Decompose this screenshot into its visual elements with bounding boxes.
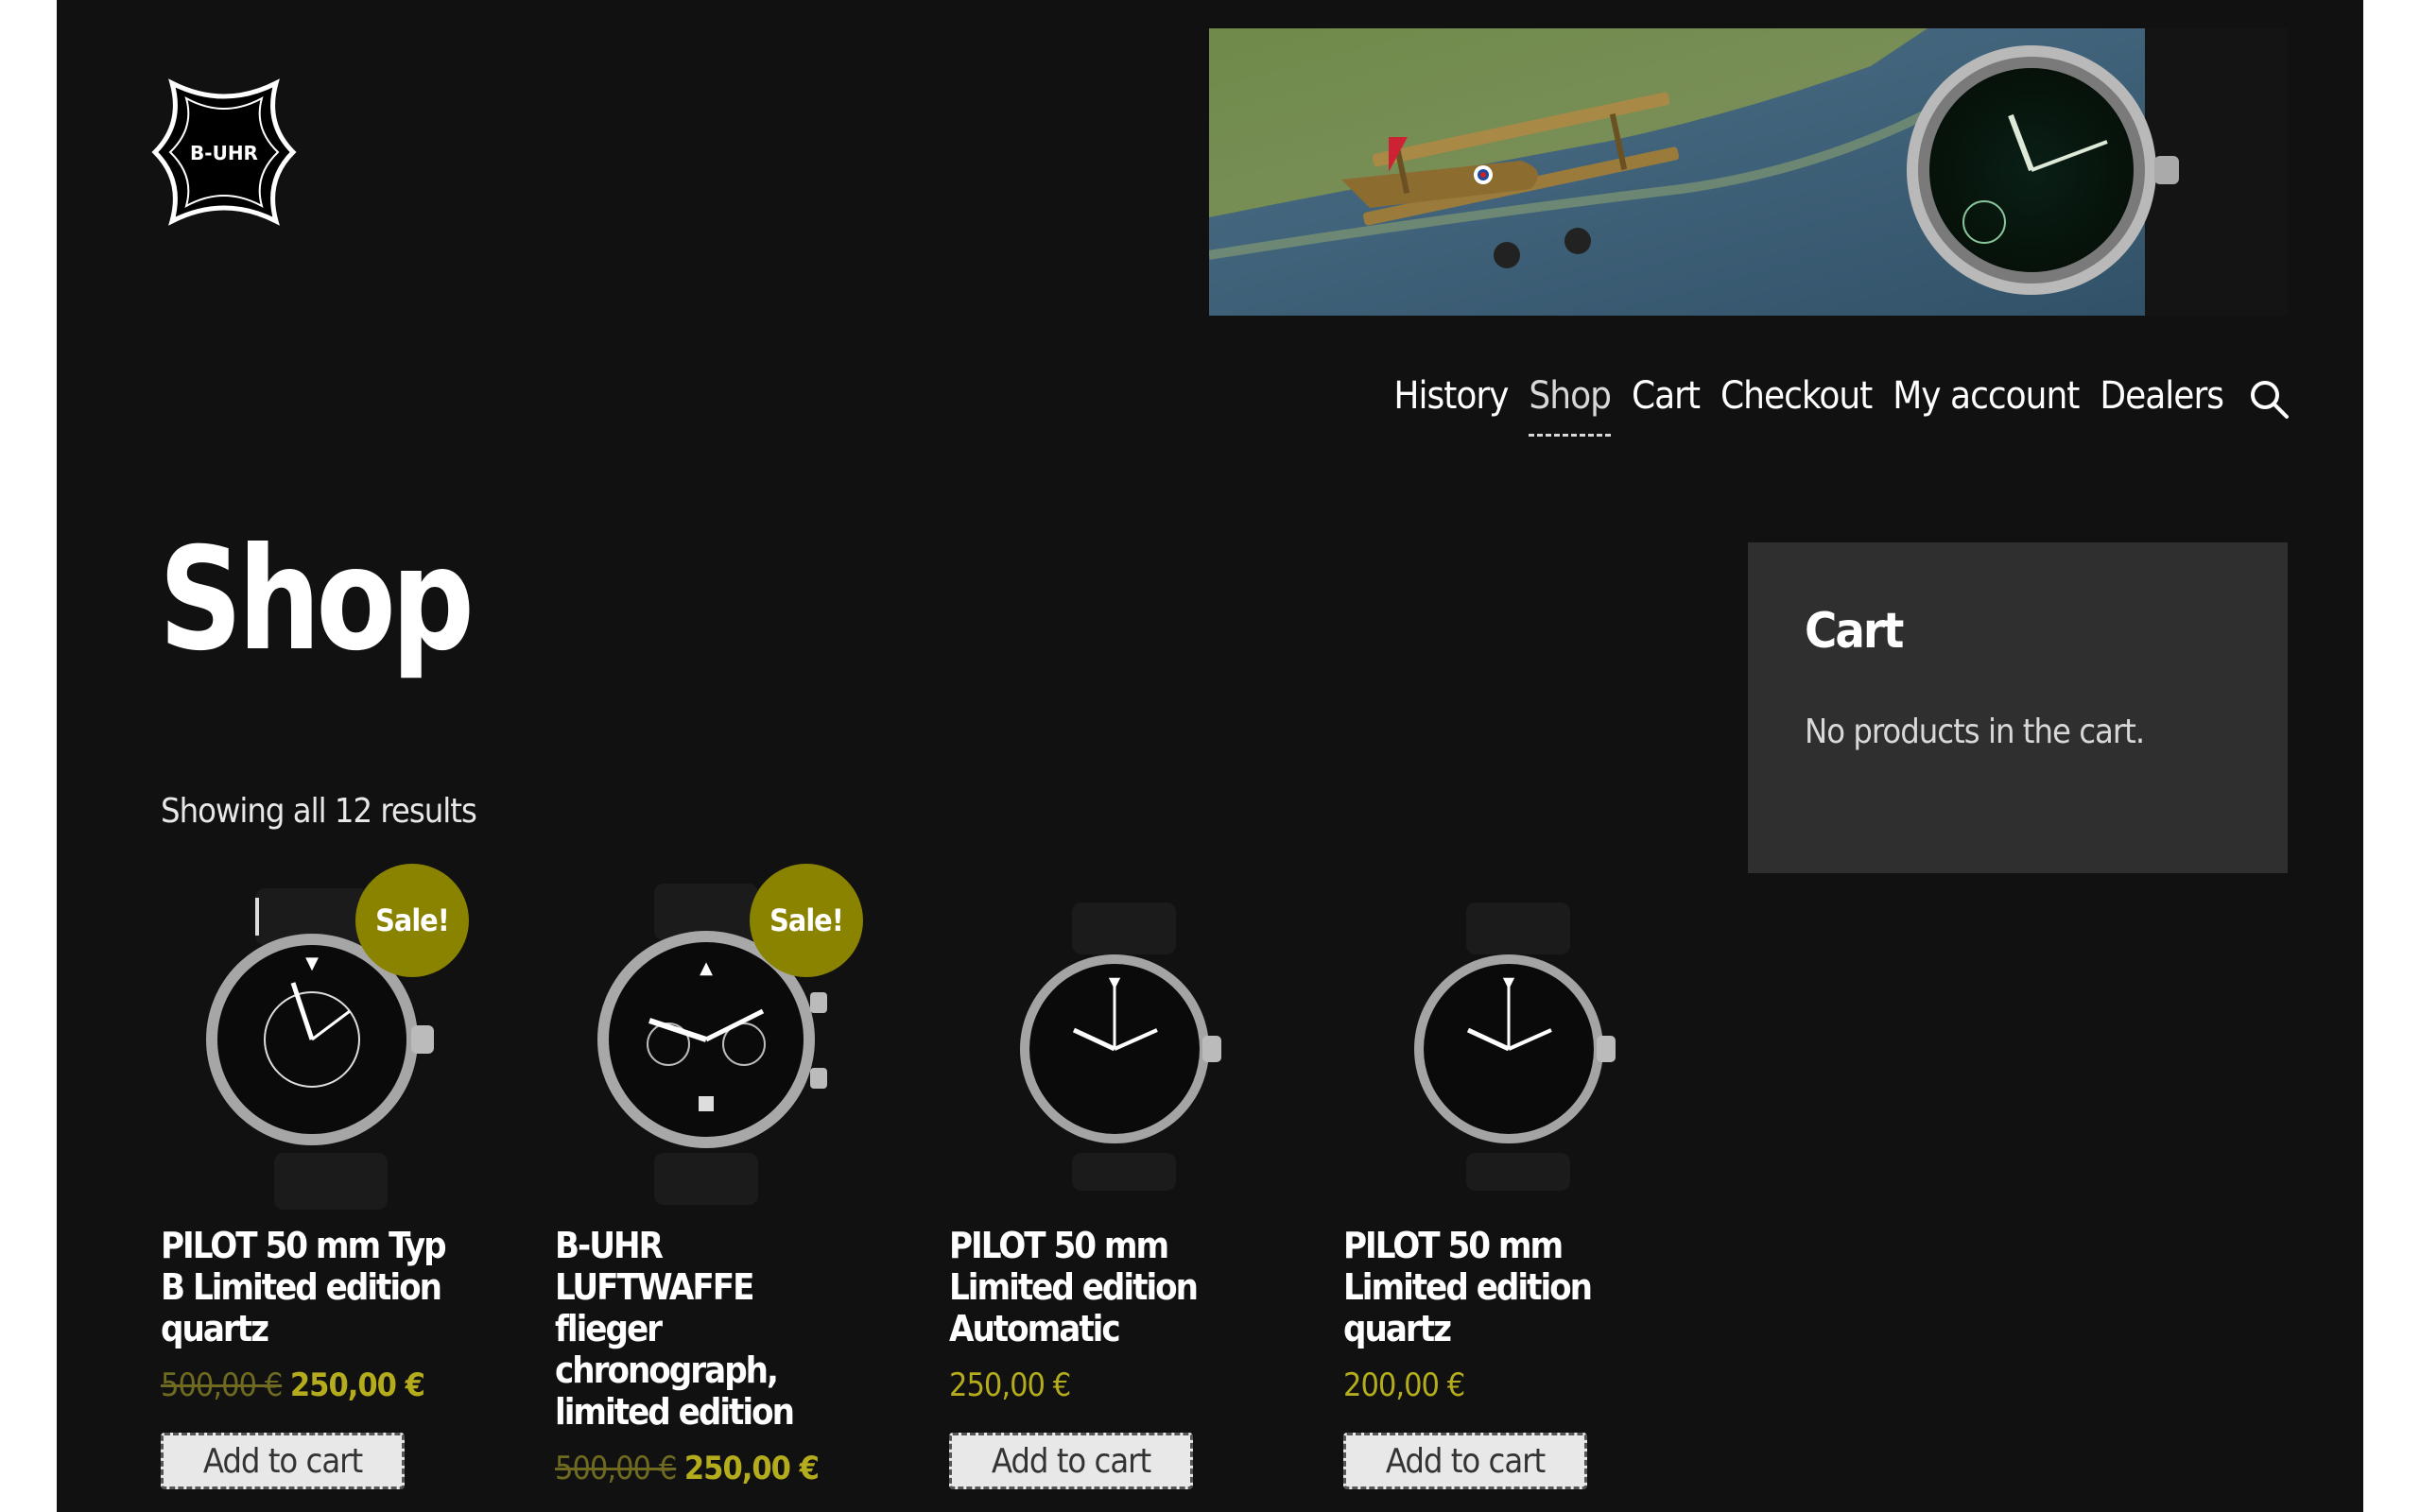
price: 500,00 € 250,00 €	[555, 1450, 857, 1487]
price-regular: 250,00 €	[949, 1366, 1071, 1404]
price-old: 500,00 €	[555, 1450, 677, 1487]
search-icon[interactable]	[2248, 378, 2290, 420]
product-title[interactable]: PILOT 50 mm Limited edition quartz	[1343, 1225, 1646, 1349]
main-navigation: History Shop Cart Checkout My account De…	[1393, 370, 2290, 437]
iron-cross-logo-icon: B-UHR	[151, 78, 297, 226]
result-count: Showing all 12 results	[161, 792, 477, 831]
product-title[interactable]: PILOT 50 mm Limited edition Automatic	[949, 1225, 1252, 1349]
svg-text:▼: ▼	[1503, 973, 1515, 991]
page: B-UHR History Shop Cart Checkout My acco…	[57, 0, 2363, 1512]
logo-text: B-UHR	[190, 142, 258, 164]
add-to-cart-button[interactable]: Add to cart	[1343, 1433, 1587, 1489]
price: 250,00 €	[949, 1366, 1252, 1404]
nav-item-dealers[interactable]: Dealers	[2100, 374, 2224, 423]
cart-widget: Cart No products in the cart.	[1748, 542, 2288, 873]
price-regular: 200,00 €	[1343, 1366, 1465, 1404]
product-image[interactable]: ▲ Sale!	[555, 864, 863, 1210]
sale-badge: Sale!	[750, 864, 863, 977]
price-old: 500,00 €	[161, 1366, 283, 1404]
svg-text:▼: ▼	[1109, 973, 1121, 991]
price-sale: 250,00 €	[683, 1450, 820, 1487]
nav-item-shop[interactable]: Shop	[1529, 374, 1612, 437]
product-card: ▼ Sale! PILOT 50 mm Typ B Limited editio…	[161, 864, 469, 1489]
product-card: ▼ PILOT 50 mm Limited edition quartz 200…	[1343, 869, 1646, 1489]
product-image[interactable]: ▼	[949, 869, 1252, 1210]
nav-item-history[interactable]: History	[1393, 374, 1509, 423]
add-to-cart-button[interactable]: Add to cart	[161, 1433, 405, 1489]
watch-automatic-image: ▼	[1020, 902, 1221, 1191]
add-to-cart-button[interactable]: Add to cart	[949, 1433, 1193, 1489]
product-title[interactable]: PILOT 50 mm Typ B Limited edition quartz	[161, 1225, 463, 1349]
header-banner-image	[1209, 28, 2288, 316]
page-title: Shop	[159, 518, 475, 682]
price: 500,00 € 250,00 €	[161, 1366, 463, 1404]
product-image[interactable]: ▼	[1343, 869, 1646, 1210]
sale-badge: Sale!	[355, 864, 469, 977]
svg-text:▼: ▼	[305, 954, 319, 973]
svg-text:▲: ▲	[700, 958, 713, 978]
product-card: ▼ PILOT 50 mm Limited edition Automatic …	[949, 869, 1252, 1489]
site-logo[interactable]: B-UHR	[144, 72, 304, 232]
cart-empty-message: No products in the cart.	[1805, 713, 2145, 751]
watch-quartz-image: ▼	[1414, 902, 1616, 1191]
cart-widget-title: Cart	[1805, 603, 1904, 660]
nav-item-checkout[interactable]: Checkout	[1720, 374, 1873, 423]
nav-item-my-account[interactable]: My account	[1893, 374, 2080, 423]
price: 200,00 €	[1343, 1366, 1646, 1404]
product-image[interactable]: ▼ Sale!	[161, 864, 469, 1210]
nav-item-cart[interactable]: Cart	[1632, 374, 1701, 423]
product-title[interactable]: B-UHR LUFTWAFFE flieger chronograph, lim…	[555, 1225, 857, 1433]
product-card: ▲ Sale! B-UHR LUFTWAFFE flieger chronogr…	[555, 864, 863, 1487]
price-sale: 250,00 €	[289, 1366, 425, 1404]
